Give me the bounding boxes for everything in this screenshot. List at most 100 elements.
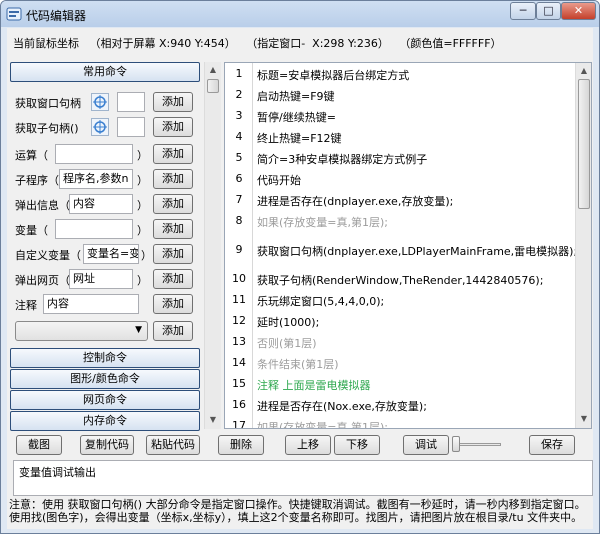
usage-note: 注意：使用 获取窗口句柄() 大部分命令是指定窗口操作。快捷键取消调试。截图有一…	[9, 498, 586, 524]
add-custom-variable-button[interactable]: 添加	[153, 244, 193, 264]
scroll-down-icon[interactable]: ▼	[577, 412, 591, 426]
add-popup-button[interactable]: 添加	[153, 194, 193, 214]
calc-field[interactable]	[55, 144, 133, 164]
code-line[interactable]: 注释 上面是雷电模拟器	[257, 377, 371, 393]
command-dropdown[interactable]: ▼	[15, 321, 148, 341]
add-variable-button[interactable]: 添加	[153, 219, 193, 239]
code-line[interactable]: 进程是否存在(dnplayer.exe,存放变量);	[257, 193, 453, 209]
crosshair-target-icon[interactable]	[91, 118, 109, 136]
comment-label: 注释	[15, 299, 37, 312]
line-number: 2	[235, 88, 243, 101]
line-number: 11	[232, 293, 246, 306]
debug-output-box[interactable]: 变量值调试输出	[13, 460, 593, 496]
minimize-button[interactable]: ─	[510, 2, 536, 20]
mouse-coords-bar: 当前鼠标坐标 （相对于屏幕 X:940 Y:454） （指定窗口- X:298 …	[13, 35, 502, 51]
move-down-button[interactable]: 下移	[334, 435, 380, 455]
maximize-button[interactable]: □	[536, 2, 561, 20]
web-url-field[interactable]: 网址	[69, 269, 133, 289]
web-popup-label: 弹出网页（	[15, 274, 70, 287]
add-web-button[interactable]: 添加	[153, 269, 193, 289]
debug-output-text: 变量值调试输出	[19, 466, 96, 479]
coords-label: 当前鼠标坐标	[13, 37, 79, 50]
subprogram-label: 子程序（	[15, 174, 59, 187]
code-line[interactable]: 进程是否存在(Nox.exe,存放变量);	[257, 398, 427, 414]
command-panel: 常用命令 获取窗口句柄 添加 获取子句柄() 添加 运算（ ） 添加 子程序（ …	[7, 60, 203, 432]
app-window: 代码编辑器 ─ □ ✕ 当前鼠标坐标 （相对于屏幕 X:940 Y:454） （…	[0, 0, 600, 534]
screen-coords: （相对于屏幕 X:940 Y:454）	[89, 37, 236, 50]
code-line[interactable]: 启动热键=F9键	[257, 88, 335, 104]
window-title: 代码编辑器	[26, 9, 87, 23]
graphics-color-commands-button[interactable]: 图形/颜色命令	[10, 369, 200, 389]
debug-speed-slider-thumb[interactable]	[452, 436, 460, 452]
code-line[interactable]: 简介=3种安卓模拟器绑定方式例子	[257, 151, 427, 167]
custom-variable-label: 自定义变量（	[15, 249, 81, 262]
line-number: 13	[232, 335, 246, 348]
copy-code-button[interactable]: 复制代码	[80, 435, 134, 455]
comment-field[interactable]: 内容	[43, 294, 139, 314]
paste-code-button[interactable]: 粘贴代码	[146, 435, 200, 455]
code-line[interactable]: 终止热键=F12键	[257, 130, 342, 146]
code-line[interactable]: 乐玩绑定窗口(5,4,4,0,0);	[257, 293, 384, 309]
memory-commands-button[interactable]: 内存命令	[10, 411, 200, 431]
screenshot-button[interactable]: 截图	[16, 435, 62, 455]
scroll-thumb[interactable]	[207, 79, 219, 93]
subprogram-field[interactable]: 程序名,参数n	[59, 169, 133, 189]
line-number: 12	[232, 314, 246, 327]
code-line[interactable]: 代码开始	[257, 172, 301, 188]
command-panel-scrollbar[interactable]: ▲ ▼	[204, 62, 221, 429]
scroll-up-icon[interactable]: ▲	[577, 64, 591, 78]
scroll-down-icon[interactable]: ▼	[206, 413, 220, 427]
scroll-up-icon[interactable]: ▲	[206, 63, 220, 77]
line-number: 9	[235, 243, 243, 256]
custom-variable-field[interactable]: 变量名=变量	[83, 244, 139, 264]
add-dropdown-button[interactable]: 添加	[153, 321, 193, 341]
close-button[interactable]: ✕	[561, 2, 596, 20]
add-subprogram-button[interactable]: 添加	[153, 169, 193, 189]
code-line[interactable]: 如果(存放变量=真,第1层);	[257, 419, 388, 428]
code-editor-scrollbar[interactable]: ▲ ▼	[575, 63, 591, 428]
variable-field[interactable]	[55, 219, 133, 239]
add-comment-button[interactable]: 添加	[153, 294, 193, 314]
close-paren: ）	[137, 274, 148, 287]
calc-label: 运算（	[15, 149, 48, 162]
scroll-thumb[interactable]	[578, 79, 590, 209]
add-child-handle-button[interactable]: 添加	[153, 117, 193, 137]
debug-speed-slider-track[interactable]	[455, 443, 501, 446]
line-number: 6	[235, 172, 243, 185]
get-window-handle-label: 获取窗口句柄	[15, 97, 81, 110]
control-commands-button[interactable]: 控制命令	[10, 348, 200, 368]
web-commands-button[interactable]: 网页命令	[10, 390, 200, 410]
code-editor[interactable]: 1 标题=安卓模拟器后台绑定方式 2 启动热键=F9键 3 暂停/继续热键= 4 终止热键=F…	[224, 62, 592, 429]
line-number: 3	[235, 109, 243, 122]
crosshair-target-icon[interactable]	[91, 93, 109, 111]
line-number: 5	[235, 151, 243, 164]
client-area: 当前鼠标坐标 （相对于屏幕 X:940 Y:454） （指定窗口- X:298 …	[7, 28, 593, 529]
code-line[interactable]: 获取窗口句柄(dnplayer.exe,LDPlayerMainFrame,雷电…	[257, 243, 577, 259]
move-up-button[interactable]: 上移	[285, 435, 331, 455]
common-commands-button[interactable]: 常用命令	[10, 62, 200, 82]
code-line[interactable]: 延时(1000);	[257, 314, 319, 330]
child-handle-field[interactable]	[117, 117, 145, 137]
popup-field[interactable]: 内容	[69, 194, 133, 214]
title-bar[interactable]: 代码编辑器 ─ □ ✕	[1, 1, 599, 27]
line-number: 7	[235, 193, 243, 206]
add-window-handle-button[interactable]: 添加	[153, 92, 193, 112]
window-handle-field[interactable]	[117, 92, 145, 112]
close-paren: ）	[137, 224, 148, 237]
code-line[interactable]: 如果(存放变量=真,第1层);	[257, 214, 388, 230]
close-paren: ）	[137, 149, 148, 162]
popup-label: 弹出信息（	[15, 199, 70, 212]
code-line[interactable]: 暂停/继续热键=	[257, 109, 336, 125]
code-line[interactable]: 获取子句柄(RenderWindow,TheRender,1442840576)…	[257, 272, 543, 288]
save-button[interactable]: 保存	[529, 435, 575, 455]
delete-button[interactable]: 删除	[218, 435, 264, 455]
debug-button[interactable]: 调试	[403, 435, 449, 455]
color-value: （颜色值=FFFFFF）	[399, 37, 502, 50]
code-line[interactable]: 条件结束(第1层)	[257, 356, 339, 372]
add-calc-button[interactable]: 添加	[153, 144, 193, 164]
code-line[interactable]: 否则(第1层)	[257, 335, 317, 351]
line-number: 4	[235, 130, 243, 143]
line-number: 14	[232, 356, 246, 369]
line-number: 8	[235, 214, 243, 227]
code-line[interactable]: 标题=安卓模拟器后台绑定方式	[257, 67, 409, 83]
